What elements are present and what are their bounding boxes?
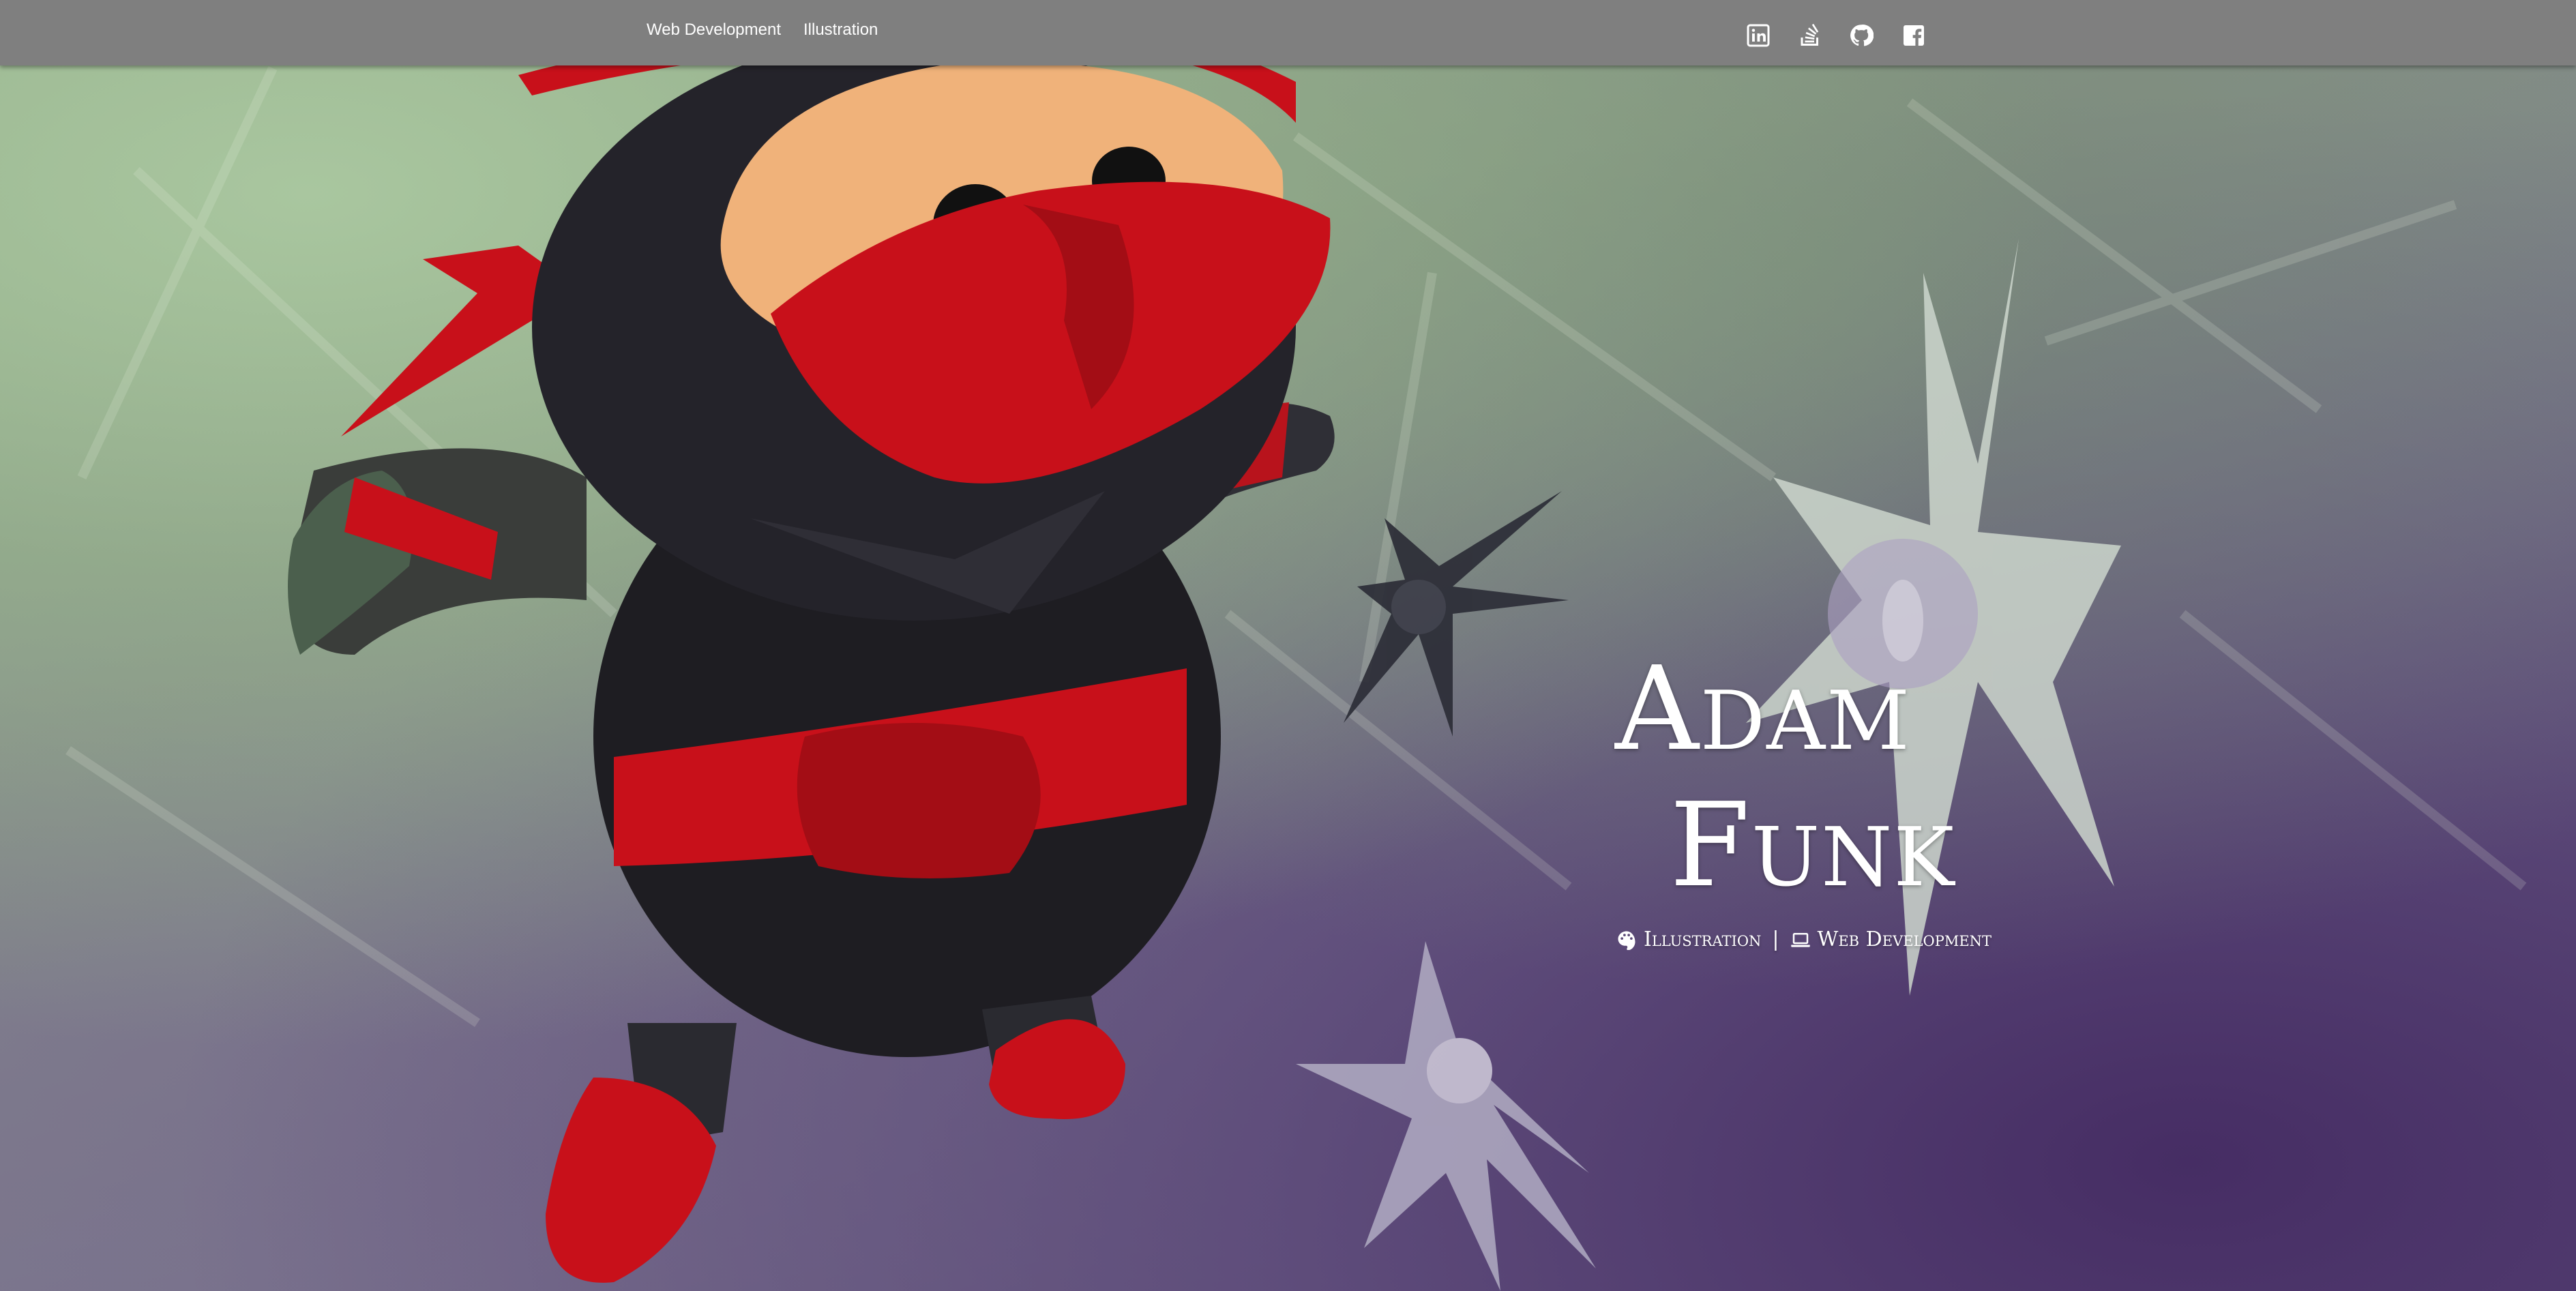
linkedin-icon[interactable] [1745, 22, 1772, 49]
subtitle-webdev-link[interactable]: Web Development [1790, 928, 1992, 951]
subtitle-separator: | [1772, 928, 1779, 951]
nav-web-development-link[interactable]: Web Development [647, 20, 781, 40]
hero-title: Adam Funk [1596, 641, 1978, 914]
subtitle-illustration-label: Illustration [1644, 928, 1762, 951]
ninja-illustration [65, 14, 2527, 1291]
facebook-icon[interactable] [1900, 22, 1927, 49]
subtitle-webdev-label: Web Development [1817, 928, 1992, 951]
nav-illustration-link[interactable]: Illustration [803, 20, 878, 40]
page: Web Development Illustration Adam Funk I… [0, 0, 2576, 1291]
stackoverflow-icon[interactable] [1796, 22, 1824, 49]
hero-subtitle: Illustration | Web Development [1616, 928, 1992, 951]
laptop-icon [1790, 932, 1810, 947]
ninja-character [288, 14, 1335, 1283]
title-last-name: Funk [1670, 778, 1956, 913]
palette-icon [1618, 931, 1635, 950]
top-navbar: Web Development Illustration [0, 0, 2576, 65]
github-icon[interactable] [1848, 22, 1875, 49]
shuriken-lower [1296, 941, 1596, 1291]
subtitle-illustration-link[interactable]: Illustration [1616, 928, 1761, 951]
title-first-name: Adam [1615, 642, 1911, 777]
